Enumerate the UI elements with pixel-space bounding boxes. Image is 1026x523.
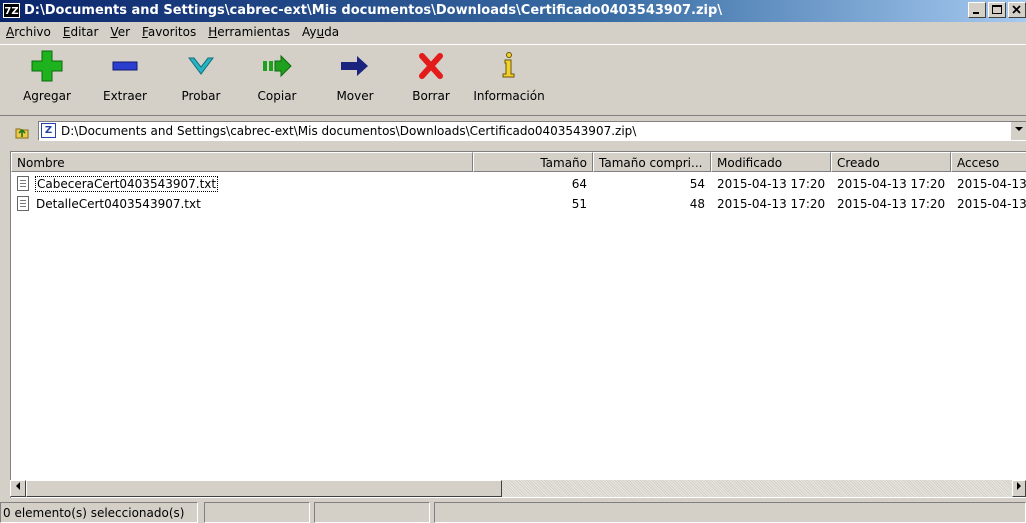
column-header-packed-size[interactable]: Tamaño compri... — [593, 152, 711, 172]
menu-archivo[interactable]: Archivo — [6, 25, 51, 39]
close-button[interactable] — [1008, 2, 1026, 18]
add-button[interactable]: Agregar — [20, 49, 74, 113]
move-button[interactable]: Mover — [328, 49, 382, 113]
arrow-left-icon — [16, 482, 20, 490]
file-created: 2015-04-13 17:20 — [837, 177, 946, 191]
text-file-icon — [17, 176, 29, 191]
column-header-name[interactable]: Nombre — [11, 152, 473, 172]
title-bar: 7Z D:\Documents and Settings\cabrec-ext\… — [0, 0, 1026, 22]
address-input[interactable]: Z D:\Documents and Settings\cabrec-ext\M… — [38, 121, 1026, 141]
file-modified: 2015-04-13 17:20 — [717, 177, 826, 191]
info-button[interactable]: Información — [472, 49, 546, 113]
arrow-right-icon — [1017, 482, 1021, 490]
move-icon — [341, 56, 368, 76]
menu-ver[interactable]: Ver — [110, 25, 130, 39]
window-controls — [968, 2, 1026, 18]
minimize-button[interactable] — [968, 2, 986, 18]
folder-up-icon[interactable] — [14, 124, 30, 140]
address-dropdown-button[interactable] — [1010, 122, 1026, 140]
copy-icon — [263, 54, 292, 78]
maximize-icon — [992, 5, 1002, 14]
file-name: DetalleCert0403543907.txt — [36, 197, 201, 211]
copy-button[interactable]: Copiar — [250, 49, 304, 113]
column-header-created[interactable]: Creado — [831, 152, 951, 172]
file-packed-size: 48 — [689, 197, 705, 211]
close-icon — [1012, 5, 1021, 14]
extract-icon — [112, 61, 138, 71]
text-file-icon — [17, 196, 29, 211]
app-icon: 7Z — [3, 3, 20, 18]
address-bar: Z D:\Documents and Settings\cabrec-ext\M… — [0, 118, 1026, 144]
file-packed-size: 54 — [689, 177, 705, 191]
menu-editar[interactable]: Editar — [63, 25, 99, 39]
zip-archive-icon: Z — [41, 123, 56, 138]
address-path: D:\Documents and Settings\cabrec-ext\Mis… — [61, 124, 637, 138]
table-row[interactable]: CabeceraCert0403543907.txt 64 54 2015-04… — [11, 174, 1026, 194]
delete-button[interactable]: Borrar — [404, 49, 458, 113]
file-list[interactable]: Nombre Tamaño Tamaño compri... Modificad… — [10, 151, 1026, 498]
maximize-button[interactable] — [988, 2, 1006, 18]
column-header-accessed[interactable]: Acceso — [951, 152, 1026, 172]
file-accessed: 2015-04-13 — [957, 177, 1026, 191]
column-header-size[interactable]: Tamaño — [473, 152, 593, 172]
window-title: D:\Documents and Settings\cabrec-ext\Mis… — [24, 3, 723, 18]
scroll-left-button[interactable] — [10, 480, 26, 497]
scroll-right-button[interactable] — [1012, 480, 1026, 497]
menu-favoritos[interactable]: Favoritos — [142, 25, 196, 39]
status-panel-size — [204, 502, 310, 523]
file-created: 2015-04-13 17:20 — [837, 197, 946, 211]
file-size: 64 — [571, 177, 587, 191]
status-panel-packed — [314, 502, 430, 523]
test-icon — [188, 57, 214, 75]
column-header-modified[interactable]: Modificado — [711, 152, 831, 172]
file-size: 51 — [571, 197, 587, 211]
delete-icon — [419, 53, 443, 79]
add-icon — [31, 50, 63, 82]
table-row[interactable]: DetalleCert0403543907.txt 51 48 2015-04-… — [11, 194, 1026, 214]
status-panel-info — [434, 502, 1026, 523]
extract-button[interactable]: Extraer — [98, 49, 152, 113]
file-name: CabeceraCert0403543907.txt — [35, 176, 219, 192]
menu-bar: Archivo Editar Ver Favoritos Herramienta… — [0, 22, 1026, 42]
info-icon — [502, 52, 515, 78]
menu-herramientas[interactable]: Herramientas — [208, 25, 290, 39]
status-bar: 0 elemento(s) seleccionado(s) — [0, 502, 1026, 523]
file-modified: 2015-04-13 17:20 — [717, 197, 826, 211]
test-button[interactable]: Probar — [174, 49, 228, 113]
toolbar: Agregar Extraer Probar Copiar Mover Borr… — [0, 44, 1026, 116]
chevron-down-icon — [1014, 127, 1023, 131]
menu-ayuda[interactable]: Ayuda — [302, 25, 339, 39]
file-accessed: 2015-04-13 — [957, 197, 1026, 211]
minimize-icon — [973, 12, 979, 14]
horizontal-scrollbar[interactable] — [10, 480, 1026, 497]
scrollbar-thumb[interactable] — [26, 480, 502, 497]
column-header-row: Nombre Tamaño Tamaño compri... Modificad… — [11, 152, 1026, 172]
status-selection: 0 elemento(s) seleccionado(s) — [0, 502, 198, 523]
